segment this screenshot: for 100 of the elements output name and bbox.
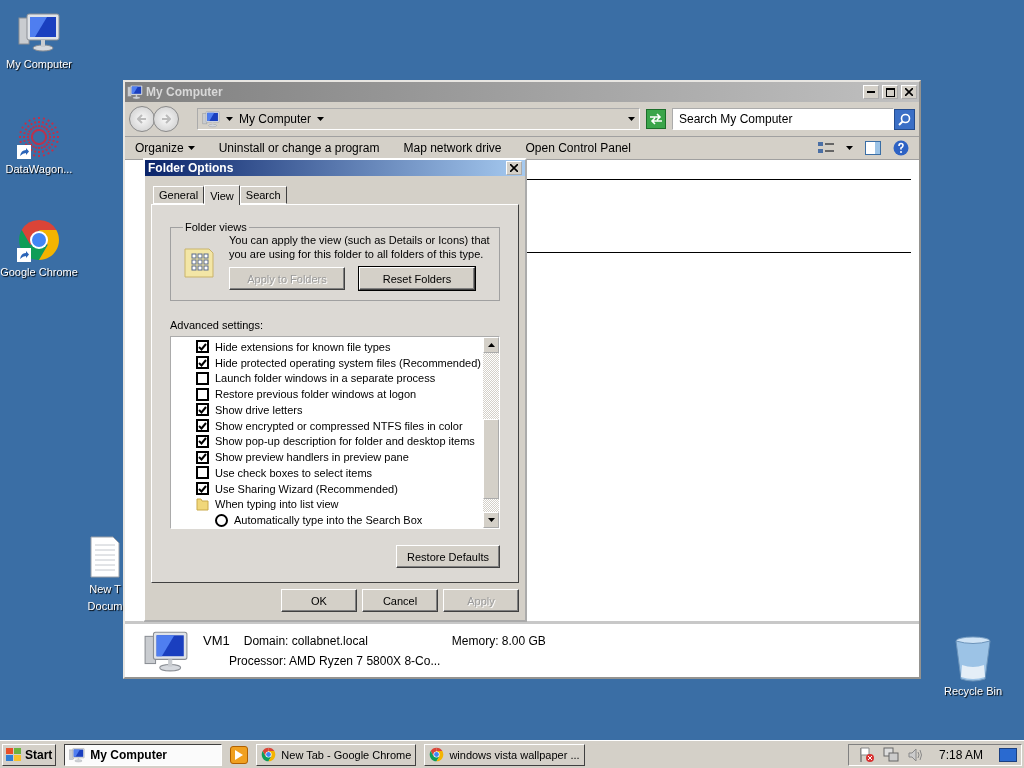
- chrome-icon: [429, 747, 445, 762]
- maximize-button[interactable]: [882, 85, 898, 99]
- checkbox[interactable]: [196, 387, 209, 401]
- option-label[interactable]: Restore previous folder windows at logon: [215, 388, 417, 401]
- check-icon: [198, 484, 207, 493]
- tab[interactable]: General: [153, 186, 205, 204]
- caret-icon: [226, 117, 233, 121]
- minimize-icon: [867, 91, 875, 93]
- command-button[interactable]: Uninstall or change a program: [218, 141, 380, 155]
- maximize-icon: [885, 87, 895, 97]
- media-player-button[interactable]: [230, 745, 249, 764]
- tab[interactable]: View: [204, 185, 240, 205]
- forward-arrow-icon: [161, 114, 171, 124]
- option-label[interactable]: Launch folder windows in a separate process: [215, 372, 436, 385]
- shortcut-arrow-icon: [17, 145, 31, 159]
- checkbox[interactable]: [196, 466, 209, 480]
- checkbox[interactable]: [196, 450, 209, 464]
- description-text: You can apply the view (such as Details or Icons) that you are using for this folder to all folders of this type.: [229, 233, 491, 261]
- option-label[interactable]: Use Sharing Wizard (Recommended): [215, 482, 398, 495]
- option-label[interactable]: Show pop-up description for folder and desktop items: [215, 435, 475, 448]
- search-icon: [898, 112, 911, 126]
- desktop-icon-label[interactable]: My Computer: [6, 58, 72, 71]
- checkbox[interactable]: [196, 371, 209, 385]
- desktop-icon-label[interactable]: Docum: [87, 600, 123, 613]
- folder-view-icon: [183, 245, 215, 279]
- computer-icon: [69, 746, 86, 763]
- taskbar-button[interactable]: New Tab - Google Chrome: [256, 743, 417, 766]
- forward-button[interactable]: [153, 106, 179, 132]
- command-button[interactable]: Map network drive: [403, 141, 502, 155]
- cancel-button[interactable]: Cancel: [362, 589, 438, 612]
- checkbox[interactable]: [196, 482, 209, 496]
- desktop-icon-label[interactable]: DataWagon...: [5, 163, 73, 176]
- tab[interactable]: Search: [239, 186, 287, 204]
- close-button[interactable]: [901, 85, 917, 99]
- taskbar-button[interactable]: My Computer: [64, 743, 223, 766]
- refresh-arrows-icon: [649, 113, 663, 125]
- reset-folders-button[interactable]: Reset Folders: [359, 267, 475, 290]
- show-desktop-icon[interactable]: [999, 747, 1017, 762]
- desktop-icon-label[interactable]: Recycle Bin: [943, 685, 1003, 698]
- scroll-up-button[interactable]: [483, 337, 499, 353]
- command-button[interactable]: Organize: [135, 141, 195, 155]
- refresh-button[interactable]: [646, 109, 666, 129]
- flag-error-icon[interactable]: [858, 746, 875, 763]
- search-button[interactable]: [894, 108, 915, 130]
- option-label[interactable]: Hide extensions for known file types: [215, 340, 391, 353]
- preview-pane-icon[interactable]: [865, 141, 881, 155]
- back-button[interactable]: [129, 106, 155, 132]
- down-arrow-icon: [487, 518, 495, 522]
- caret-icon: [187, 146, 195, 150]
- document-icon: [89, 535, 121, 579]
- command-button[interactable]: Open Control Panel: [525, 141, 631, 155]
- clock[interactable]: 7:18 AM: [938, 747, 983, 762]
- caret-icon: [317, 117, 325, 121]
- recycle-bin-icon: [953, 635, 993, 683]
- address-bar[interactable]: My Computer: [197, 108, 640, 130]
- view-list-icon[interactable]: [818, 141, 834, 155]
- option-label[interactable]: Show encrypted or compressed NTFS files in color: [215, 419, 463, 432]
- ok-button[interactable]: OK: [281, 589, 357, 612]
- taskbar-button[interactable]: windows vista wallpaper ...: [424, 743, 585, 766]
- option-label[interactable]: Automatically type into the Search Box: [234, 514, 423, 527]
- checkbox[interactable]: [196, 403, 209, 417]
- radio-button[interactable]: [215, 513, 228, 527]
- up-arrow-icon: [487, 343, 495, 347]
- scroll-thumb[interactable]: [483, 419, 499, 499]
- dialog-title: Folder Options: [148, 161, 234, 175]
- play-icon: [235, 749, 244, 760]
- option-label[interactable]: Hide protected operating system files (Recommended): [215, 356, 481, 369]
- dropdown-caret-icon: [628, 117, 635, 121]
- help-icon[interactable]: [893, 140, 909, 156]
- minimize-button[interactable]: [863, 85, 879, 99]
- checkbox[interactable]: [196, 434, 209, 448]
- scrollbar[interactable]: [483, 337, 499, 528]
- checkbox[interactable]: [196, 356, 209, 370]
- computer-icon: [202, 110, 220, 128]
- domain-text: Domain: collabnet.local: [243, 633, 368, 648]
- scroll-down-button[interactable]: [483, 512, 499, 528]
- view-caret-icon: [846, 146, 853, 150]
- desktop-icon-label[interactable]: New T: [89, 583, 121, 596]
- search-field[interactable]: Search My Computer: [672, 108, 894, 130]
- memory-text: Memory: 8.00 GB: [451, 633, 546, 648]
- address-text[interactable]: My Computer: [239, 112, 312, 126]
- restore-defaults-button[interactable]: Restore Defaults: [396, 545, 500, 568]
- start-button[interactable]: Start: [2, 743, 57, 766]
- computer-icon: [17, 10, 61, 54]
- close-icon: [510, 164, 518, 172]
- checkbox[interactable]: [196, 419, 209, 433]
- folder-icon: [196, 497, 209, 512]
- advanced-settings-label: Advanced settings:: [170, 319, 264, 331]
- close-button[interactable]: [506, 161, 522, 175]
- option-label[interactable]: Use check boxes to select items: [215, 466, 373, 479]
- network-icon[interactable]: [882, 746, 899, 763]
- desktop-icon-label[interactable]: Google Chrome: [0, 266, 78, 279]
- group-label: Folder views: [184, 221, 248, 233]
- option-label[interactable]: Show preview handlers in preview pane: [215, 451, 409, 464]
- checkbox[interactable]: [196, 340, 209, 354]
- computer-icon: [127, 84, 143, 100]
- option-group-label: When typing into list view: [215, 498, 339, 511]
- option-label[interactable]: Show drive letters: [215, 403, 303, 416]
- shortcut-arrow-icon: [17, 248, 31, 262]
- chrome-icon: [261, 747, 277, 762]
